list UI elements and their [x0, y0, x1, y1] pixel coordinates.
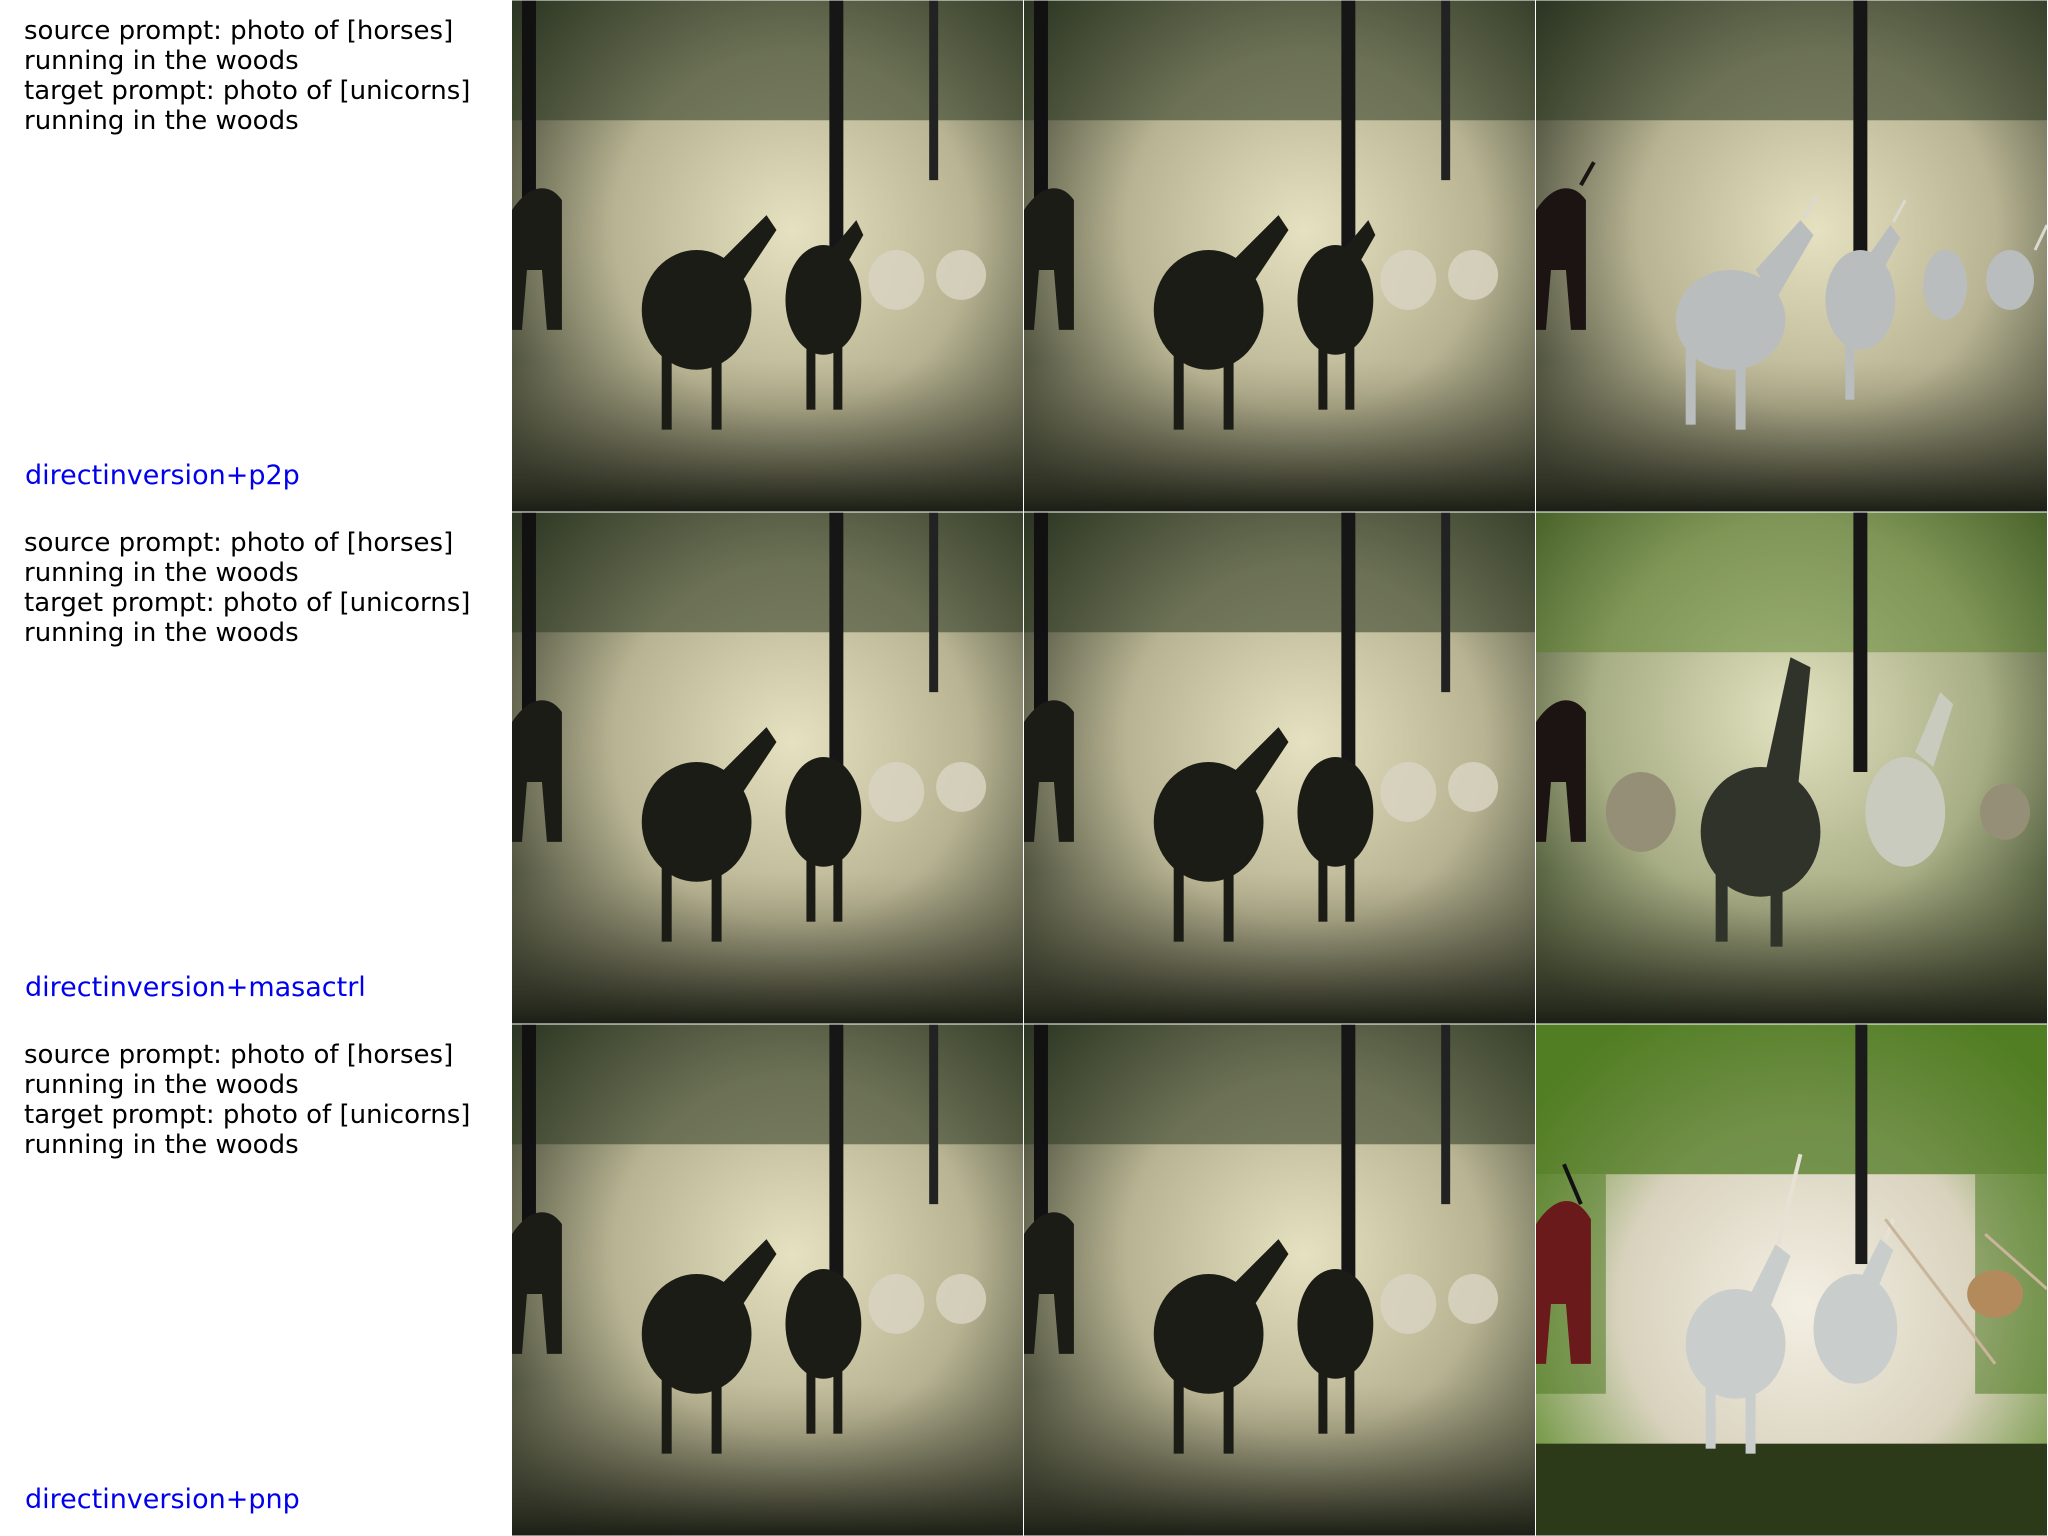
reconstruction-image	[1024, 1024, 1535, 1536]
unicorns-scene	[1536, 1024, 2047, 1536]
reconstruction-image	[1024, 512, 1535, 1024]
source-image	[512, 1024, 1023, 1536]
source-prompt: source prompt: photo of [horses] running…	[24, 16, 454, 76]
reconstruction-image	[1024, 0, 1535, 512]
source-prompt: source prompt: photo of [horses] running…	[24, 528, 454, 588]
prompt-text: source prompt: photo of [horses] running…	[24, 1040, 494, 1160]
prompt-panel: source prompt: photo of [horses] running…	[0, 1024, 512, 1536]
prompt-text: source prompt: photo of [horses] running…	[24, 528, 494, 648]
source-image	[512, 0, 1023, 512]
horses-scene	[1024, 0, 1535, 512]
unicorns-scene	[1536, 512, 2047, 1024]
prompt-panel: source prompt: photo of [horses] running…	[0, 512, 512, 1024]
horses-scene	[1024, 512, 1535, 1024]
horses-scene	[512, 512, 1023, 1024]
target-prompt: target prompt: photo of [unicorns] runni…	[24, 588, 471, 648]
target-prompt: target prompt: photo of [unicorns] runni…	[24, 76, 471, 136]
edited-image	[1536, 512, 2047, 1024]
prompt-text: source prompt: photo of [horses] running…	[24, 16, 494, 136]
horses-scene	[512, 0, 1023, 512]
edited-image	[1536, 1024, 2047, 1536]
method-label: directinversion+masactrl	[25, 972, 366, 1003]
method-label: directinversion+pnp	[25, 1484, 300, 1515]
prompt-panel: source prompt: photo of [horses] running…	[0, 0, 512, 512]
result-row: source prompt: photo of [horses] running…	[0, 1024, 2048, 1536]
result-row: source prompt: photo of [horses] running…	[0, 0, 2048, 512]
horses-scene	[512, 1024, 1023, 1536]
result-row: source prompt: photo of [horses] running…	[0, 512, 2048, 1024]
comparison-grid: source prompt: photo of [horses] running…	[0, 0, 2048, 1536]
method-label: directinversion+p2p	[25, 460, 300, 491]
target-prompt: target prompt: photo of [unicorns] runni…	[24, 1100, 471, 1160]
source-prompt: source prompt: photo of [horses] running…	[24, 1040, 454, 1100]
source-image	[512, 512, 1023, 1024]
unicorns-scene	[1536, 0, 2047, 512]
horses-scene	[1024, 1024, 1535, 1536]
edited-image	[1536, 0, 2047, 512]
